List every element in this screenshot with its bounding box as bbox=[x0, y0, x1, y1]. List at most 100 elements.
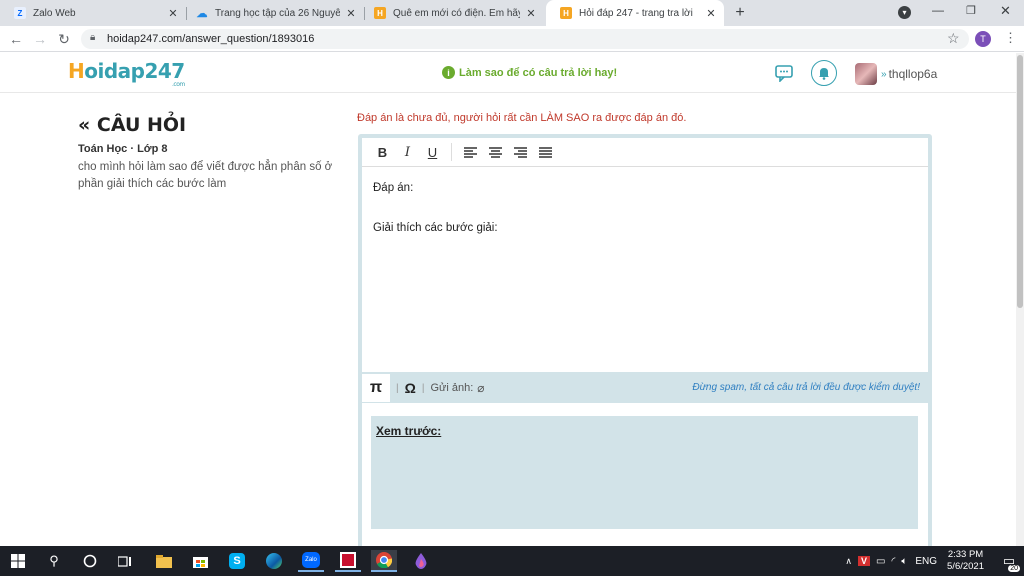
tab-title: Quê em mới có điện. Em hãy thu bbox=[393, 7, 520, 19]
app-taskbar-icon[interactable] bbox=[335, 550, 361, 572]
menu-icon[interactable]: ⋮ bbox=[1004, 30, 1017, 46]
profile-avatar[interactable]: T bbox=[975, 31, 991, 47]
hoidap-icon: H bbox=[560, 7, 572, 19]
question-heading[interactable]: « CÂU HỎI bbox=[78, 114, 186, 136]
bold-button[interactable]: B bbox=[370, 142, 395, 162]
tab-hoidap247[interactable]: H Hỏi đáp 247 - trang tra lời ✕ bbox=[546, 0, 724, 26]
question-text: cho mình hỏi làm sao để viết được hẳn ph… bbox=[78, 161, 333, 190]
clock[interactable]: 2:33 PM 5/6/2021 bbox=[947, 549, 984, 573]
tab-title: Hỏi đáp 247 - trang tra lời bbox=[579, 7, 693, 19]
close-window-button[interactable]: ✕ bbox=[1000, 3, 1011, 19]
paperclip-icon[interactable]: ⌀ bbox=[477, 381, 484, 395]
volume-icon[interactable]: 🔈︎ bbox=[901, 556, 907, 567]
hoidap-icon: H bbox=[374, 7, 386, 19]
tab-strip: Z Zalo Web ✕ ☁ Trang học tập của 26 Nguy… bbox=[0, 0, 1024, 26]
zalo-taskbar-icon[interactable]: Zalo bbox=[298, 550, 324, 572]
notification-bell-icon[interactable] bbox=[811, 60, 837, 86]
tab-zalo[interactable]: Z Zalo Web ✕ bbox=[0, 0, 186, 26]
zalo-icon: Z bbox=[14, 7, 26, 19]
chevron-down-icon: » bbox=[881, 68, 887, 80]
underline-button[interactable]: U bbox=[420, 142, 445, 162]
align-left-icon[interactable] bbox=[458, 142, 483, 162]
minimize-button[interactable]: — bbox=[932, 3, 944, 17]
forward-button[interactable]: → bbox=[30, 29, 50, 49]
windows-taskbar: ⚲ S Zalo ∧ V ▭ ◜ 🔈︎ ENG 2:33 PM 5/6/2021… bbox=[0, 546, 1024, 576]
cloud-icon: ☁ bbox=[196, 7, 208, 20]
close-icon[interactable]: ✕ bbox=[524, 7, 538, 20]
task-view-icon[interactable] bbox=[112, 550, 138, 572]
paint-drop-icon[interactable] bbox=[408, 550, 434, 572]
preview-panel: Xem trước: bbox=[362, 403, 928, 546]
editor-extras-bar: π | Ω | Gửi ảnh: ⌀ Đừng spam, tất cả câu… bbox=[362, 374, 928, 402]
url-text: hoidap247.com/answer_question/1893016 bbox=[107, 33, 315, 45]
tab-search-icon[interactable]: ▾ bbox=[898, 6, 911, 19]
align-justify-icon[interactable] bbox=[533, 142, 558, 162]
address-bar[interactable]: 🔒︎ hoidap247.com/answer_question/1893016 bbox=[81, 29, 969, 49]
battery-icon[interactable]: ▭ bbox=[876, 556, 885, 567]
back-button[interactable]: ← bbox=[6, 29, 26, 49]
system-tray: ∧ V ▭ ◜ 🔈︎ ENG 2:33 PM 5/6/2021 ▭ 20 bbox=[845, 546, 1024, 576]
align-right-icon[interactable] bbox=[508, 142, 533, 162]
close-icon[interactable]: ✕ bbox=[704, 7, 718, 20]
restore-button[interactable]: ❐ bbox=[966, 4, 976, 17]
username: thqllop6a bbox=[888, 67, 938, 81]
bar-divider: | bbox=[421, 382, 425, 394]
math-formula-button[interactable]: π bbox=[362, 374, 390, 402]
cortana-icon[interactable] bbox=[77, 550, 103, 572]
site-logo[interactable]: Hoidap247 .com bbox=[68, 59, 185, 88]
tip-text: Làm sao để có câu trả lời hay! bbox=[459, 66, 618, 79]
close-icon[interactable]: ✕ bbox=[344, 7, 358, 20]
tab-trang-hoc-tap[interactable]: ☁ Trang học tập của 26 Nguyễn Th ✕ bbox=[182, 0, 364, 26]
antivirus-icon[interactable]: V bbox=[858, 556, 871, 566]
toolbar-divider bbox=[451, 143, 452, 161]
skype-icon[interactable]: S bbox=[224, 550, 250, 572]
browser-toolbar: ← → ↻ 🔒︎ hoidap247.com/answer_question/1… bbox=[0, 26, 1024, 52]
question-subject: Toán Học · Lớp 8 bbox=[78, 143, 168, 155]
windows-start-icon[interactable] bbox=[5, 550, 31, 572]
align-center-icon[interactable] bbox=[483, 142, 508, 162]
logo-text: oidap247 bbox=[84, 59, 185, 83]
chevron-up-icon[interactable]: ∧ bbox=[845, 556, 852, 567]
answer-tip-link[interactable]: i Làm sao để có câu trả lời hay! bbox=[442, 66, 617, 79]
chrome-icon[interactable] bbox=[371, 550, 397, 572]
clock-time: 2:33 PM bbox=[947, 549, 984, 560]
logo-domain: .com bbox=[172, 81, 185, 88]
special-char-button[interactable]: Ω bbox=[405, 380, 416, 396]
scrollbar-thumb[interactable] bbox=[1017, 55, 1023, 308]
file-explorer-icon[interactable] bbox=[151, 550, 177, 572]
answer-warning: Đáp án là chưa đủ, người hỏi rất cần LÀM… bbox=[357, 112, 687, 124]
notification-center-icon[interactable]: ▭ 20 bbox=[994, 546, 1024, 576]
italic-button[interactable]: I bbox=[395, 142, 420, 162]
chat-icon[interactable] bbox=[773, 63, 795, 83]
bar-divider: | bbox=[396, 382, 399, 394]
avatar bbox=[855, 63, 877, 85]
notification-count-badge: 20 bbox=[1008, 565, 1020, 572]
preview-box: Xem trước: bbox=[371, 416, 918, 529]
tab-title: Trang học tập của 26 Nguyễn Th bbox=[215, 7, 340, 19]
spam-notice: Đừng spam, tất cả câu trả lời đều được k… bbox=[692, 382, 920, 393]
info-icon: i bbox=[442, 66, 455, 79]
language-indicator[interactable]: ENG bbox=[915, 556, 937, 567]
bookmark-star-icon[interactable]: ☆ bbox=[947, 30, 960, 47]
logo-letter: H bbox=[68, 59, 85, 83]
scrollbar[interactable] bbox=[1016, 53, 1024, 546]
send-image-label[interactable]: Gửi ảnh: bbox=[430, 382, 473, 394]
new-tab-button[interactable]: + bbox=[732, 4, 748, 22]
close-icon[interactable]: ✕ bbox=[166, 7, 180, 20]
reload-button[interactable]: ↻ bbox=[54, 29, 74, 49]
tab-que-em[interactable]: H Quê em mới có điện. Em hãy thu ✕ bbox=[360, 0, 544, 26]
answer-line: Đáp án: bbox=[373, 182, 414, 194]
preview-label: Xem trước: bbox=[376, 424, 442, 438]
store-icon[interactable] bbox=[187, 550, 213, 572]
tab-title: Zalo Web bbox=[33, 7, 76, 19]
edge-icon[interactable] bbox=[261, 550, 287, 572]
wifi-icon[interactable]: ◜ bbox=[891, 556, 895, 567]
answer-textarea[interactable]: Đáp án: Giải thích các bước giải: bbox=[362, 167, 928, 372]
search-icon[interactable]: ⚲ bbox=[41, 550, 67, 572]
user-menu[interactable]: » thqllop6a bbox=[855, 63, 937, 85]
explanation-line: Giải thích các bước giải: bbox=[373, 222, 498, 234]
clock-date: 5/6/2021 bbox=[947, 561, 984, 572]
web-page: Hoidap247 .com i Làm sao để có câu trả lờ… bbox=[0, 53, 1016, 546]
editor-toolbar: B I U bbox=[362, 138, 928, 167]
answer-editor: B I U Đáp án: Giải thích các bước giải: … bbox=[358, 134, 932, 546]
